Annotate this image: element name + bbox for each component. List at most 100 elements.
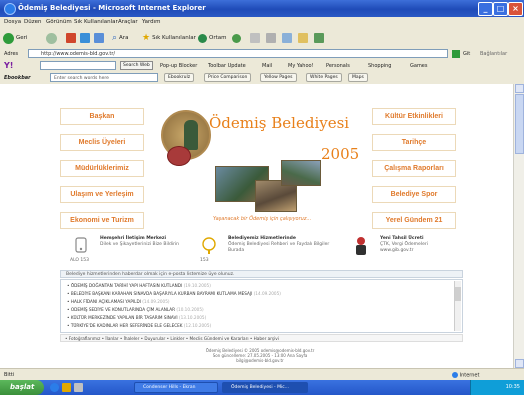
mailing-list-notice[interactable]: Belediye hizmetlerinden haberdar olmak i…: [60, 270, 463, 278]
back-button[interactable]: Geri: [3, 32, 27, 44]
site-header: Ödemiş Belediyesi 2005 Yaşanacak bir Öde…: [155, 108, 365, 230]
address-input[interactable]: http://www.odemis-bld.gov.tr/: [28, 49, 448, 58]
stop-button[interactable]: [66, 32, 76, 44]
scroll-thumb[interactable]: [515, 94, 524, 154]
mail-button[interactable]: [250, 32, 260, 44]
mail-link[interactable]: Mail: [262, 63, 272, 69]
page-footer: Ödemiş Belediyesi © 2005 odemis@odemis-b…: [150, 348, 370, 363]
nav-meclis-uyeleri[interactable]: Meclis Üyeleri: [60, 134, 144, 151]
tab-ebookrulz[interactable]: Ebookrulz: [164, 73, 195, 82]
media-button[interactable]: Ortam: [198, 32, 226, 44]
refresh-button[interactable]: [80, 32, 90, 44]
home-icon: [94, 33, 104, 43]
menu-help[interactable]: Yardım: [142, 19, 161, 25]
maximize-button[interactable]: □: [493, 2, 508, 16]
security-zone: Internet: [452, 372, 479, 379]
globe-icon: [452, 372, 458, 378]
service-belediye-rehber[interactable]: Belediyemiz Hizmetlerinde Ödemiş Belediy…: [200, 236, 338, 263]
minimize-button[interactable]: _: [478, 2, 493, 16]
news-item[interactable]: • ODEMİŞ SEDİYE VE KONUTLARINDA ÇİM ALAN…: [67, 307, 204, 312]
quick-links-bar[interactable]: • Fotoğraflarımız • İlanlar • İhaleler •…: [60, 334, 463, 342]
shopping-link[interactable]: Shopping: [368, 63, 391, 69]
standard-toolbar: Geri ⌕ Ara ★ Sık Kullanılanlar Ortam: [0, 28, 524, 49]
news-item[interactable]: • TÜRKİYE'DE KADINLAR HER SEFERİNDE ELE …: [67, 323, 211, 328]
nav-baskan[interactable]: Başkan: [60, 108, 144, 125]
toolbar-update-button[interactable]: Toolbar Update: [208, 63, 246, 69]
nav-yerel-gundem[interactable]: Yerel Gündem 21: [372, 212, 456, 229]
window-titlebar[interactable]: Ödemiş Belediyesi - Microsoft Internet E…: [0, 0, 524, 17]
tab-yellow-pages[interactable]: Yellow Pages: [260, 73, 297, 82]
history-button[interactable]: [232, 32, 241, 44]
go-arrow-icon[interactable]: [452, 50, 460, 58]
my-yahoo-link[interactable]: My Yahoo!: [288, 63, 314, 69]
info-phone-icon: [200, 236, 218, 256]
photo-town: [281, 160, 321, 186]
taskbar-item[interactable]: Condenser Hills - Ekran: [134, 382, 218, 393]
web-page: Başkan Meclis Üyeleri Müdürlüklerimiz Ul…: [0, 84, 513, 368]
news-ticker: • ÖDEMİŞ DOĞANTAN TARİHİ YAPI HAFTASIN K…: [60, 279, 463, 333]
nav-calisma-raporlari[interactable]: Çalışma Raporları: [372, 160, 456, 177]
start-button[interactable]: başlat: [0, 380, 44, 395]
service-yeni-tahsil[interactable]: Yeni Tahsil Ücreti ÇTK, Vergi Ödemeleri …: [356, 236, 470, 262]
close-button[interactable]: ×: [508, 2, 523, 16]
statue-image: [184, 120, 198, 150]
scroll-up-icon[interactable]: [515, 84, 524, 93]
menu-tools[interactable]: Araçlar: [118, 19, 138, 25]
yahoo-logo-icon[interactable]: Y!: [4, 61, 13, 70]
search-web-button[interactable]: Search Web: [120, 61, 153, 70]
news-item[interactable]: • KÜLTÜR MERKEZİNDE YAPILAN BİR TASARIM …: [67, 315, 206, 320]
print-button[interactable]: [266, 32, 276, 44]
taskbar-item-active[interactable]: Ödemiş Belediyesi - Mic...: [222, 382, 308, 393]
tab-white-pages[interactable]: White Pages: [306, 73, 342, 82]
menu-view[interactable]: Görünüm: [46, 19, 72, 25]
nav-kultur-etkinlikleri[interactable]: Kültür Etkinlikleri: [372, 108, 456, 125]
nav-belediye-spor[interactable]: Belediye Spor: [372, 186, 456, 203]
nav-ekonomi-turizm[interactable]: Ekonomi ve Turizm: [60, 212, 144, 229]
discuss-button[interactable]: [298, 32, 308, 44]
quicklaunch-desktop-icon[interactable]: [74, 383, 83, 392]
popup-blocker-button[interactable]: Pop-up Blocker: [160, 63, 197, 69]
nav-mudurluklerimiz[interactable]: Müdürlüklerimiz: [60, 160, 144, 177]
search-button[interactable]: ⌕ Ara: [112, 32, 128, 44]
forward-arrow-icon: [46, 32, 57, 44]
news-item[interactable]: • ÖDEMİŞ DOĞANTAN TARİHİ YAPI HAFTASIN K…: [67, 283, 211, 288]
page-scrollbar[interactable]: [513, 84, 524, 368]
system-tray: 10:35: [470, 380, 524, 395]
menu-edit[interactable]: Düzen: [24, 19, 41, 25]
clock[interactable]: 10:35: [506, 384, 520, 390]
nav-tarihce[interactable]: Tarihçe: [372, 134, 456, 151]
personals-link[interactable]: Personals: [326, 63, 350, 69]
links-label[interactable]: Bağlantılar: [480, 51, 507, 57]
quicklaunch-ie-icon[interactable]: [50, 383, 59, 392]
mail-icon: [250, 33, 260, 43]
search-icon: ⌕: [112, 33, 118, 43]
ebook-search-input[interactable]: Enter search words here: [50, 73, 158, 82]
tab-price-comparison[interactable]: Price Comparison: [204, 73, 252, 82]
forward-button[interactable]: [46, 32, 57, 44]
go-button[interactable]: Git: [463, 51, 470, 57]
favorites-button[interactable]: ★ Sık Kullanılanlar: [142, 32, 196, 44]
footer-email[interactable]: bilgi@odemis-bld.gov.tr: [150, 358, 370, 363]
home-button[interactable]: [94, 32, 104, 44]
address-label: Adres: [4, 51, 19, 57]
nav-ulasim-yerlesim[interactable]: Ulaşım ve Yerleşim: [60, 186, 144, 203]
site-tagline: Yaşanacak bir Ödemiş için çalışıyoruz...: [213, 216, 312, 222]
tax-man-icon: [352, 236, 370, 256]
scroll-down-icon[interactable]: [515, 359, 524, 368]
print-icon: [266, 33, 276, 43]
games-link[interactable]: Games: [410, 63, 428, 69]
ebookbar-brand: Ebookbar: [4, 75, 31, 81]
yahoo-search-input[interactable]: [40, 61, 116, 70]
menu-favorites[interactable]: Sık Kullanılanlar: [74, 19, 118, 25]
refresh-icon: [80, 33, 90, 43]
menu-file[interactable]: Dosya: [4, 19, 21, 25]
news-item[interactable]: • BELEDİYE BAŞKANI KARAHAN SINAVDA BAŞAR…: [67, 291, 281, 296]
edit-button[interactable]: [282, 32, 292, 44]
news-scrollbar[interactable]: [454, 281, 461, 331]
messenger-button[interactable]: [314, 32, 324, 44]
tab-maps[interactable]: Maps: [348, 73, 368, 82]
quicklaunch-folder-icon[interactable]: [62, 383, 71, 392]
service-alo153[interactable]: Hemşehri İletişim Merkezi Dilek ve Şikay…: [70, 236, 210, 263]
site-title: Ödemiş Belediyesi: [209, 114, 350, 132]
news-item[interactable]: • HALK FİDANI AÇIKLAMASI YAPILDI (14.09.…: [67, 299, 170, 304]
